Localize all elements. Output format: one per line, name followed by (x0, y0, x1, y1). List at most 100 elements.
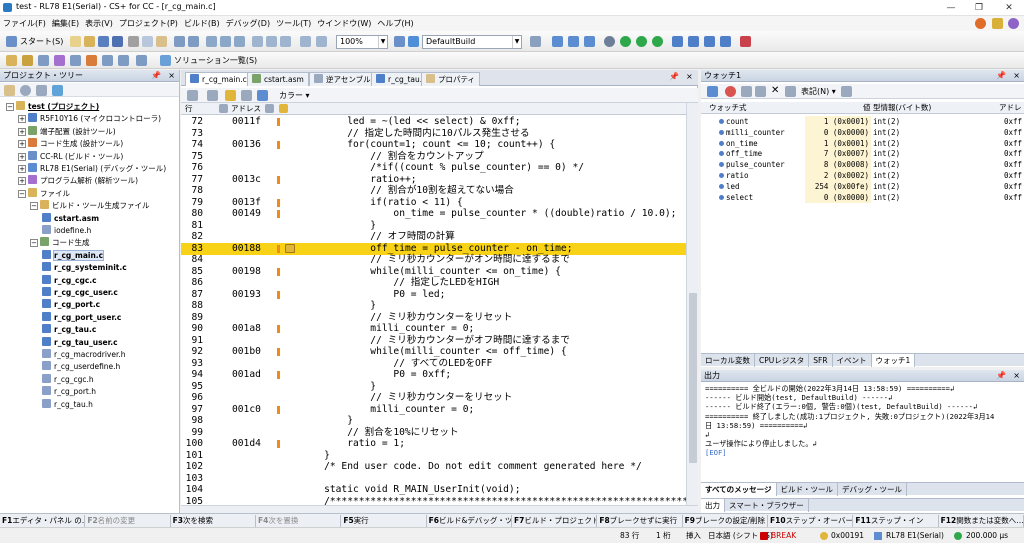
run-no-break-icon[interactable] (636, 36, 647, 47)
generate-icon[interactable] (86, 55, 97, 66)
watch-row[interactable]: count 1 (0x0001) int(2) 0xff (701, 116, 1024, 127)
code-line[interactable]: 78 // 割合が10割を超えてない場合 (181, 185, 686, 197)
code-line[interactable]: 74 00136 for(count=1; count <= 10; count+… (181, 139, 686, 151)
code-line[interactable]: 76 /*if((count % pulse_counter) == 0) */ (181, 162, 686, 174)
tree-item[interactable]: r_cg_port.h (42, 386, 96, 398)
expand-toggle-icon[interactable]: − (30, 202, 38, 211)
go-pc-icon[interactable] (225, 90, 236, 101)
code-line[interactable]: 81 } (181, 220, 686, 232)
menu-debug[interactable]: デバッグ(D) (223, 16, 273, 31)
pin-icon[interactable]: 📌 (151, 70, 161, 82)
code-line[interactable]: 82 // オフ時間の計算 (181, 231, 686, 243)
watch-value[interactable]: 0 (0x0000) (805, 191, 871, 203)
expand-toggle-icon[interactable]: − (6, 103, 14, 111)
step-out-icon[interactable] (704, 36, 715, 47)
code-line[interactable]: 77 0013c ratio++; (181, 174, 686, 186)
watch-row[interactable]: select 0 (0x0000) int(2) 0xff (701, 191, 1024, 203)
tab-disassembly[interactable]: 逆アセンブル1 (309, 72, 381, 86)
code-line[interactable]: 101 } (181, 450, 686, 462)
fkey-f2[interactable]: F2名前の変更 (85, 515, 171, 527)
code-line[interactable]: 98 } (181, 415, 686, 427)
tree-settings-icon[interactable] (20, 85, 31, 96)
pin-icon[interactable]: 📌 (996, 370, 1006, 382)
prev-bookmark-icon[interactable] (266, 36, 277, 47)
analysis-icon[interactable] (54, 55, 65, 66)
fkey-f9[interactable]: F9ブレークの設定/削除 (683, 515, 768, 527)
notification-icon[interactable] (975, 18, 986, 29)
tab-properties[interactable]: プロパティ (421, 72, 481, 86)
fkey-f10[interactable]: F10ステップ・オーバー (768, 515, 854, 527)
copy-icon[interactable] (142, 36, 153, 47)
tree-item[interactable]: + RL78 E1(Serial) (デバッグ・ツール) (18, 163, 166, 175)
close-icon[interactable]: × (1013, 70, 1020, 82)
code-line[interactable]: 83 00188 off_time = pulse_counter - on_ti… (181, 242, 686, 255)
new-file-icon[interactable] (70, 36, 81, 47)
fkey-f7[interactable]: F7ビルド・プロジェクト (512, 515, 598, 527)
save-watch-icon[interactable] (841, 86, 852, 97)
tree-item[interactable]: + 端子配置 (設計ツール) (18, 125, 116, 138)
tree-item[interactable]: − ファイル (18, 187, 70, 200)
expand-toggle-icon[interactable]: − (30, 239, 38, 248)
menu-build[interactable]: ビルド(B) (181, 16, 223, 31)
watch-row[interactable]: pulse_counter 8 (0x0008) int(2) 0xff (701, 159, 1024, 171)
code-line[interactable]: 97 001c0 milli_counter = 0; (181, 404, 686, 416)
tab-all-messages[interactable]: すべてのメッセージ (701, 483, 777, 496)
start-button[interactable]: スタート(S) (20, 36, 63, 47)
delete-icon[interactable]: ✕ (771, 85, 779, 96)
code-line[interactable]: 73 // 指定した時間内に10パルス発生させる (181, 128, 686, 140)
code-line[interactable]: 85 00198 while(milli_counter <= on_time) … (181, 266, 686, 278)
code-line[interactable]: 92 001b0 while(milli_counter <= off_time)… (181, 346, 686, 358)
fkey-f12[interactable]: F12関数または変数へ… (939, 515, 1024, 527)
tree-item[interactable]: r_cg_macrodriver.h (42, 349, 126, 361)
step-over-icon[interactable] (688, 36, 699, 47)
close-icon[interactable]: × (1013, 370, 1020, 382)
step-in-icon[interactable] (672, 36, 683, 47)
tree-filter-icon[interactable] (52, 85, 63, 96)
tab-local-vars[interactable]: ローカル変数 (701, 354, 755, 367)
tab-event[interactable]: イベント (833, 354, 872, 367)
tree-item[interactable]: r_cg_port.c (42, 299, 100, 311)
expand-toggle-icon[interactable]: + (18, 177, 26, 186)
code-line[interactable]: 86 // 指定したLEDをHIGH (181, 277, 686, 289)
tab-watch1[interactable]: ウォッチ1 (871, 354, 916, 367)
code-line[interactable]: 80 00149 on_time = pulse_counter * ((doub… (181, 208, 686, 220)
code-line[interactable]: 75 // 割合をカウントアップ (181, 151, 686, 163)
uncomment-icon[interactable] (316, 36, 327, 47)
add-folder-icon[interactable] (755, 86, 766, 97)
tab-sfr[interactable]: SFR (809, 354, 833, 367)
save-icon[interactable] (98, 36, 109, 47)
close-icon[interactable]: × (168, 70, 175, 82)
open-folder-icon[interactable] (84, 36, 95, 47)
tree-item[interactable]: + R5F10Y16 (マイクロコントローラ) (18, 113, 161, 125)
find-icon[interactable] (206, 36, 217, 47)
editor-horizontal-scrollbar[interactable] (181, 505, 698, 513)
fkey-f5[interactable]: F5実行 (341, 515, 427, 527)
fkey-f1[interactable]: F1エディタ・パネル の… (0, 515, 86, 527)
fkey-f4[interactable]: F4次を置換 (256, 515, 342, 527)
tree-property-icon[interactable] (4, 85, 15, 96)
layout-icon[interactable] (70, 55, 81, 66)
code-line[interactable]: 91 // ミリ秒カウンターがオフ時間に達するまで (181, 335, 686, 347)
tab-r-cg-main[interactable]: r_cg_main.c (185, 72, 252, 86)
tree-item[interactable]: r_cg_main.c (42, 249, 105, 262)
tree-item[interactable]: r_cg_tau.h (42, 398, 93, 411)
tree-item[interactable]: r_cg_cgc.c (42, 274, 97, 287)
tree-item[interactable]: r_cg_tau.c (42, 324, 96, 336)
save-all-icon[interactable] (112, 36, 123, 47)
notation-menu[interactable]: 表記(N) ▾ (801, 86, 836, 97)
editor-vertical-scrollbar[interactable] (686, 103, 698, 505)
tree-item[interactable]: r_cg_systeminit.c (42, 262, 127, 274)
zoom-select[interactable]: 100% ▼ (336, 35, 388, 49)
mix-display-icon[interactable] (207, 90, 218, 101)
build-config-icon[interactable] (394, 36, 405, 47)
next-bookmark-icon[interactable] (280, 36, 291, 47)
tab-output[interactable]: 出力 (701, 499, 725, 512)
tab-build-tool[interactable]: ビルド・ツール (777, 483, 839, 496)
code-line[interactable]: 93 // すべてのLEDをOFF (181, 358, 686, 370)
fkey-f3[interactable]: F3次を検索 (171, 515, 256, 527)
fkey-f8[interactable]: F8ブレークせずに実行 (597, 515, 683, 527)
expand-toggle-icon[interactable]: − (18, 189, 26, 198)
tree-item[interactable]: − ビルド・ツール生成ファイル (30, 200, 150, 212)
code-line[interactable]: 103 (181, 473, 686, 485)
edit-icon[interactable] (785, 86, 796, 97)
